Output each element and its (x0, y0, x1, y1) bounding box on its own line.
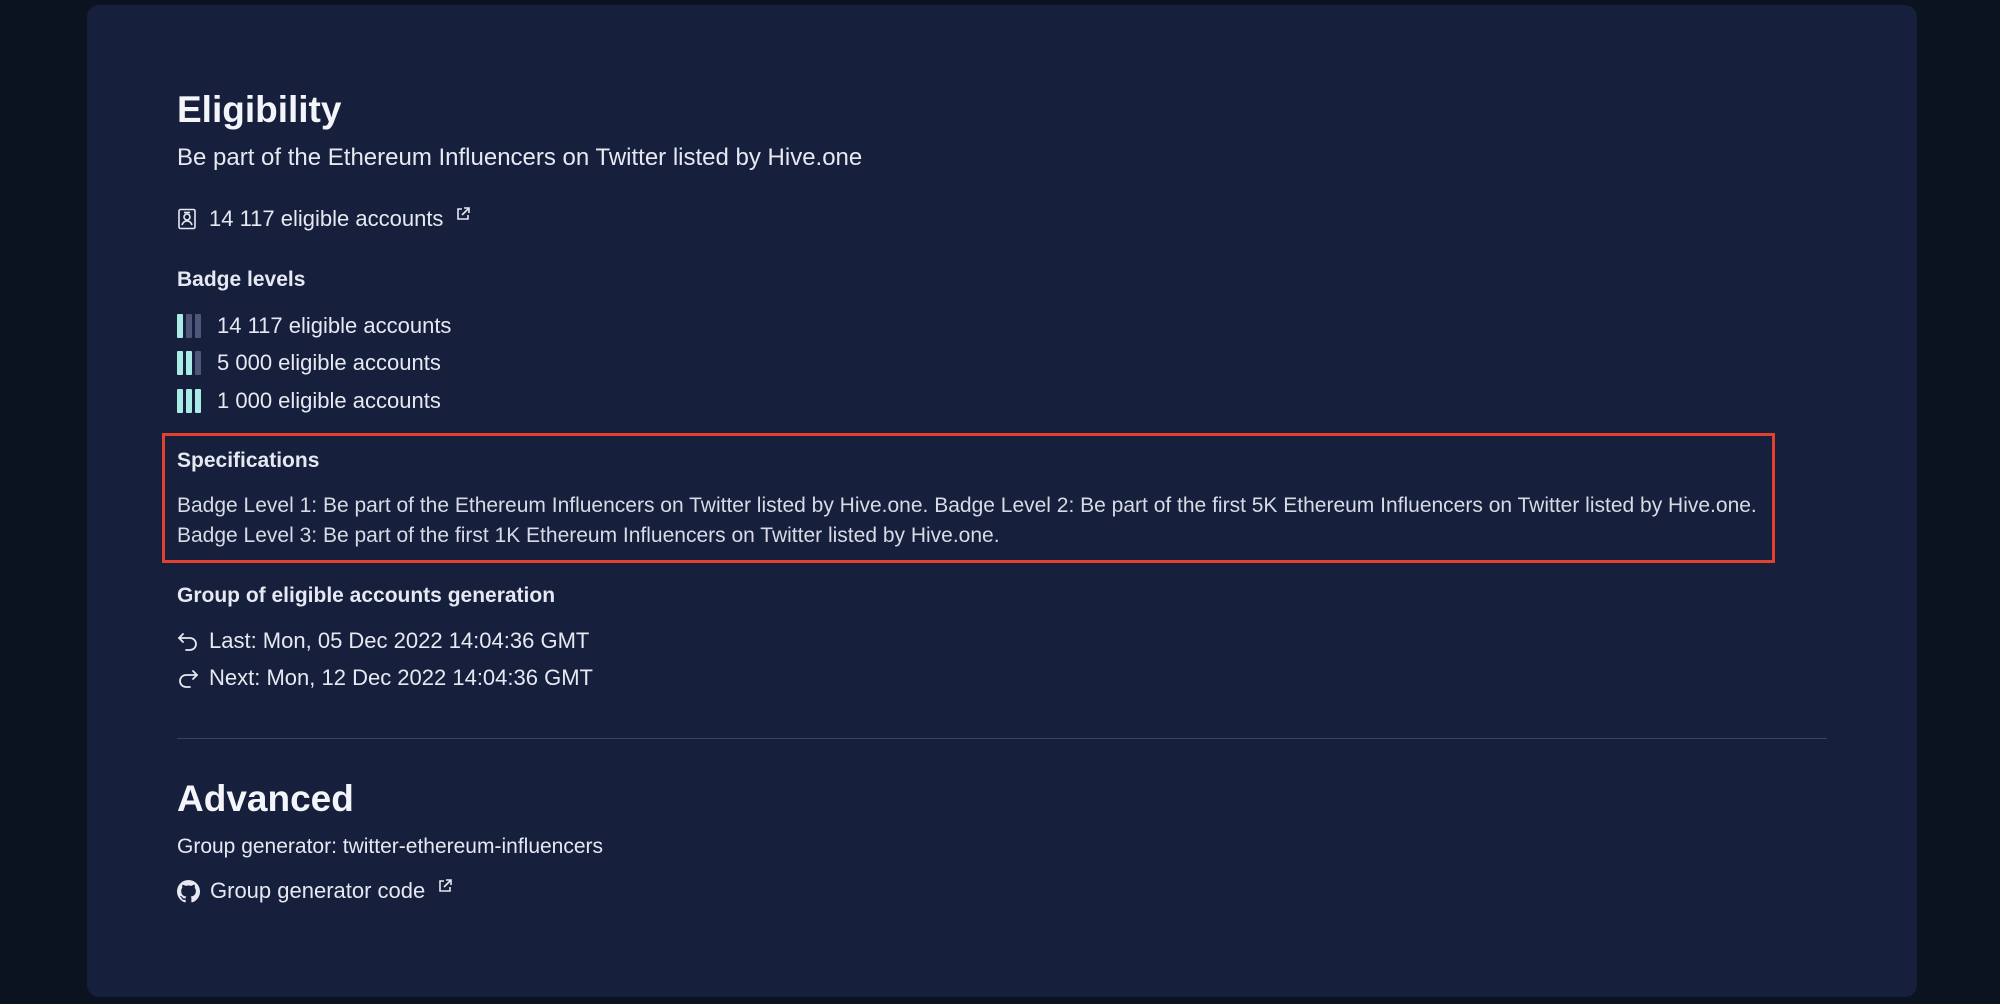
specifications-text: Badge Level 1: Be part of the Ethereum I… (177, 494, 1757, 547)
group-generator-code-link[interactable]: Group generator code (177, 878, 453, 904)
external-link-icon (437, 878, 453, 894)
generation-last-label: Last: Mon, 05 Dec 2022 14:04:36 GMT (209, 628, 590, 653)
eligible-accounts-link[interactable]: 14 117 eligible accounts (177, 206, 471, 232)
badge-level-label: 1 000 eligible accounts (217, 388, 441, 413)
eligible-accounts-label: 14 117 eligible accounts (209, 206, 444, 231)
section-divider (177, 738, 1827, 739)
level-bars-icon (177, 351, 203, 375)
badge-levels-title: Badge levels (177, 268, 306, 291)
badge-level-row: 5 000 eligible accounts (177, 350, 441, 376)
github-icon (177, 879, 200, 903)
generation-title: Group of eligible accounts generation (177, 584, 556, 607)
eligibility-description: Be part of the Ethereum Influencers on T… (177, 144, 863, 171)
id-badge-icon (177, 208, 197, 230)
eligibility-title: Eligibility (177, 89, 342, 130)
level-bars-icon (177, 314, 203, 338)
advanced-title: Advanced (177, 778, 354, 819)
badge-level-label: 14 117 eligible accounts (217, 313, 452, 338)
level-bars-icon (177, 389, 203, 413)
group-generator-code-label: Group generator code (210, 878, 426, 903)
redo-icon (177, 668, 199, 688)
undo-icon (177, 631, 199, 651)
group-generator-name: Group generator: twitter-ethereum-influe… (177, 835, 604, 858)
specifications-title: Specifications (177, 449, 320, 472)
external-link-icon (455, 206, 471, 222)
generation-next-label: Next: Mon, 12 Dec 2022 14:04:36 GMT (209, 665, 593, 690)
badge-level-row: 14 117 eligible accounts (177, 313, 451, 339)
badge-level-label: 5 000 eligible accounts (217, 350, 441, 375)
generation-last: Last: Mon, 05 Dec 2022 14:04:36 GMT (177, 628, 589, 654)
badge-level-row: 1 000 eligible accounts (177, 388, 441, 414)
generation-next: Next: Mon, 12 Dec 2022 14:04:36 GMT (177, 665, 593, 691)
